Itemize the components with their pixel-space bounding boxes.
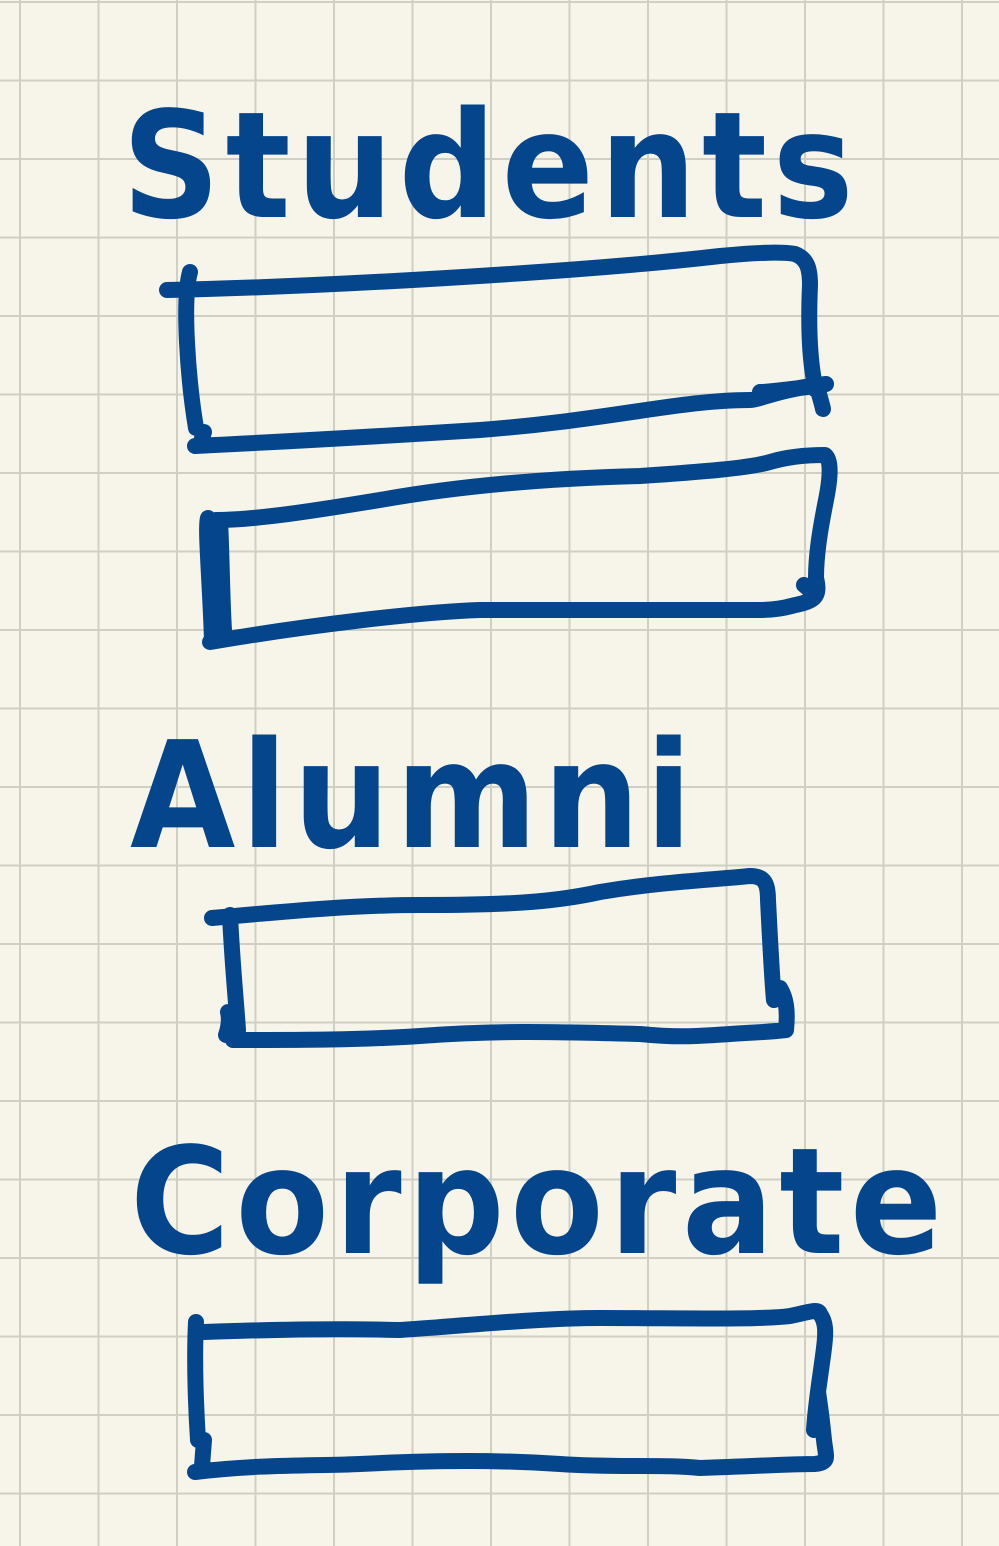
corporate-input-box[interactable] xyxy=(187,1302,834,1480)
students-input-box-1[interactable] xyxy=(159,244,834,454)
sketch-boxes xyxy=(159,244,838,1480)
students-input-box-2[interactable] xyxy=(199,447,838,650)
alumni-input-box[interactable] xyxy=(204,868,795,1048)
